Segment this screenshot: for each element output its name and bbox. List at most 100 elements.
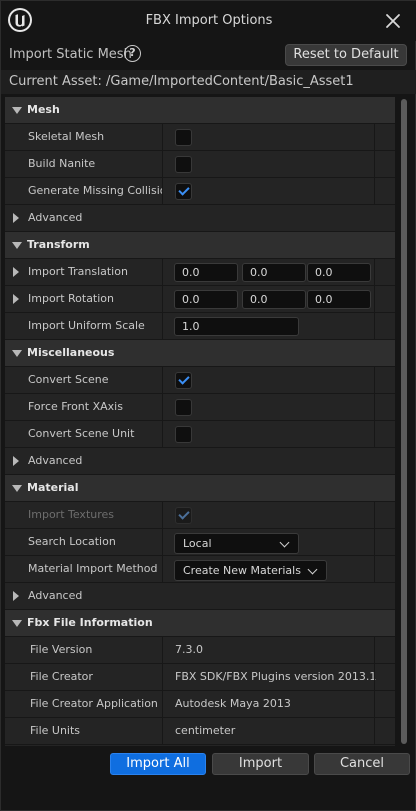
scrollbar-thumb[interactable]: [401, 99, 407, 744]
title-bar: FBX Import Options: [1, 1, 416, 41]
column-divider[interactable]: [162, 178, 163, 205]
category-label: Fbx File Information: [27, 616, 153, 629]
property-label: Convert Scene: [28, 373, 109, 386]
collapse-arrow-icon[interactable]: [12, 107, 22, 114]
category-label: Material: [27, 481, 79, 494]
translation-x-input[interactable]: 0.0: [174, 263, 238, 282]
property-label: File Creator: [30, 670, 93, 683]
property-label: Import Translation: [28, 265, 128, 278]
cancel-button[interactable]: Cancel: [314, 753, 410, 775]
category-transform[interactable]: Transform: [5, 232, 395, 259]
column-divider: [374, 502, 375, 529]
column-divider: [374, 367, 375, 394]
property-file-creator: File Creator FBX SDK/FBX Plugins version…: [5, 664, 395, 691]
category-label: Transform: [27, 238, 90, 251]
collapse-arrow-icon[interactable]: [12, 242, 22, 249]
import-button[interactable]: Import: [212, 753, 309, 775]
mesh-advanced-group[interactable]: Advanced: [5, 205, 395, 232]
column-divider: [374, 421, 375, 448]
file-creator-application-value: Autodesk Maya 2013: [175, 697, 291, 710]
search-location-dropdown[interactable]: Local: [174, 533, 299, 554]
current-asset-bar: Current Asset: /Game/ImportedContent/Bas…: [1, 70, 416, 94]
category-material[interactable]: Material: [5, 475, 395, 502]
generate-collision-checkbox[interactable]: [175, 183, 192, 200]
column-divider[interactable]: [162, 664, 163, 691]
property-label: Skeletal Mesh: [28, 130, 105, 143]
column-divider: [374, 151, 375, 178]
column-divider: [374, 286, 375, 313]
panel-scrollbar[interactable]: [399, 97, 409, 746]
property-label: File Units: [30, 724, 81, 737]
property-file-units: File Units centimeter: [5, 718, 395, 745]
column-divider[interactable]: [162, 313, 163, 340]
property-label: Build Nanite: [28, 157, 96, 170]
collapse-arrow-icon[interactable]: [12, 350, 22, 357]
property-label: Import Uniform Scale: [28, 319, 145, 332]
rotation-z-input[interactable]: 0.0: [307, 290, 371, 309]
column-divider: [374, 178, 375, 205]
rotation-x-input[interactable]: 0.0: [174, 290, 238, 309]
import-all-button[interactable]: Import All: [110, 753, 206, 775]
collapse-arrow-icon[interactable]: [12, 620, 22, 627]
column-divider: [374, 394, 375, 421]
rotation-y-input[interactable]: 0.0: [242, 290, 306, 309]
expand-arrow-icon[interactable]: [13, 267, 19, 277]
column-divider[interactable]: [162, 259, 163, 286]
expand-arrow-icon[interactable]: [13, 456, 19, 466]
expand-arrow-icon[interactable]: [13, 213, 19, 223]
expand-arrow-icon[interactable]: [13, 591, 19, 601]
column-divider[interactable]: [162, 151, 163, 178]
build-nanite-checkbox[interactable]: [175, 156, 192, 173]
property-label: Convert Scene Unit: [28, 427, 135, 440]
property-material-import-method: Material Import Method Create New Materi…: [5, 556, 395, 583]
translation-z-input[interactable]: 0.0: [307, 263, 371, 282]
material-import-method-dropdown[interactable]: Create New Materials: [174, 560, 327, 581]
column-divider[interactable]: [162, 529, 163, 556]
column-divider[interactable]: [162, 421, 163, 448]
category-miscellaneous[interactable]: Miscellaneous: [5, 340, 395, 367]
advanced-label: Advanced: [28, 454, 83, 467]
column-divider[interactable]: [162, 637, 163, 664]
current-asset-path: Current Asset: /Game/ImportedContent/Bas…: [9, 74, 354, 89]
material-advanced-group[interactable]: Advanced: [5, 583, 395, 610]
expand-arrow-icon[interactable]: [13, 294, 19, 304]
convert-scene-unit-checkbox[interactable]: [175, 426, 192, 443]
misc-advanced-group[interactable]: Advanced: [5, 448, 395, 475]
help-icon[interactable]: ?: [124, 45, 141, 62]
details-panel: Mesh Skeletal Mesh Build Nanite Generate…: [5, 97, 395, 746]
dialog-footer: Import All Import Cancel: [1, 749, 416, 779]
column-divider[interactable]: [162, 718, 163, 745]
column-divider: [374, 313, 375, 340]
property-force-front-xaxis: Force Front XAxis: [5, 394, 395, 421]
import-textures-checkbox: [175, 507, 192, 524]
file-creator-value: FBX SDK/FBX Plugins version 2013.1: [175, 670, 377, 683]
column-divider[interactable]: [162, 367, 163, 394]
category-mesh[interactable]: Mesh: [5, 97, 395, 124]
dropdown-value: Create New Materials: [183, 564, 301, 577]
import-type-label: Import Static Mesh: [9, 47, 132, 62]
column-divider[interactable]: [162, 286, 163, 313]
reset-to-default-button[interactable]: Reset to Default: [285, 44, 407, 66]
property-label: File Version: [30, 643, 93, 656]
column-divider[interactable]: [162, 502, 163, 529]
column-divider[interactable]: [162, 124, 163, 151]
column-divider[interactable]: [162, 691, 163, 718]
column-divider: [374, 664, 375, 691]
file-version-value: 7.3.0: [175, 643, 203, 656]
collapse-arrow-icon[interactable]: [12, 485, 22, 492]
column-divider[interactable]: [162, 556, 163, 583]
category-fbx-file-information[interactable]: Fbx File Information: [5, 610, 395, 637]
uniform-scale-input[interactable]: 1.0: [174, 317, 299, 336]
close-icon[interactable]: [381, 9, 405, 33]
property-label: Import Rotation: [28, 292, 115, 305]
skeletal-mesh-checkbox[interactable]: [175, 129, 192, 146]
property-import-rotation: Import Rotation 0.0 0.0 0.0: [5, 286, 395, 313]
translation-y-input[interactable]: 0.0: [242, 263, 306, 282]
force-front-xaxis-checkbox[interactable]: [175, 399, 192, 416]
import-header: Import Static Mesh ? Reset to Default: [1, 41, 416, 69]
property-search-location: Search Location Local: [5, 529, 395, 556]
advanced-label: Advanced: [28, 589, 83, 602]
convert-scene-checkbox[interactable]: [175, 372, 192, 389]
column-divider[interactable]: [162, 394, 163, 421]
property-generate-missing-collision: Generate Missing Collision: [5, 178, 395, 205]
